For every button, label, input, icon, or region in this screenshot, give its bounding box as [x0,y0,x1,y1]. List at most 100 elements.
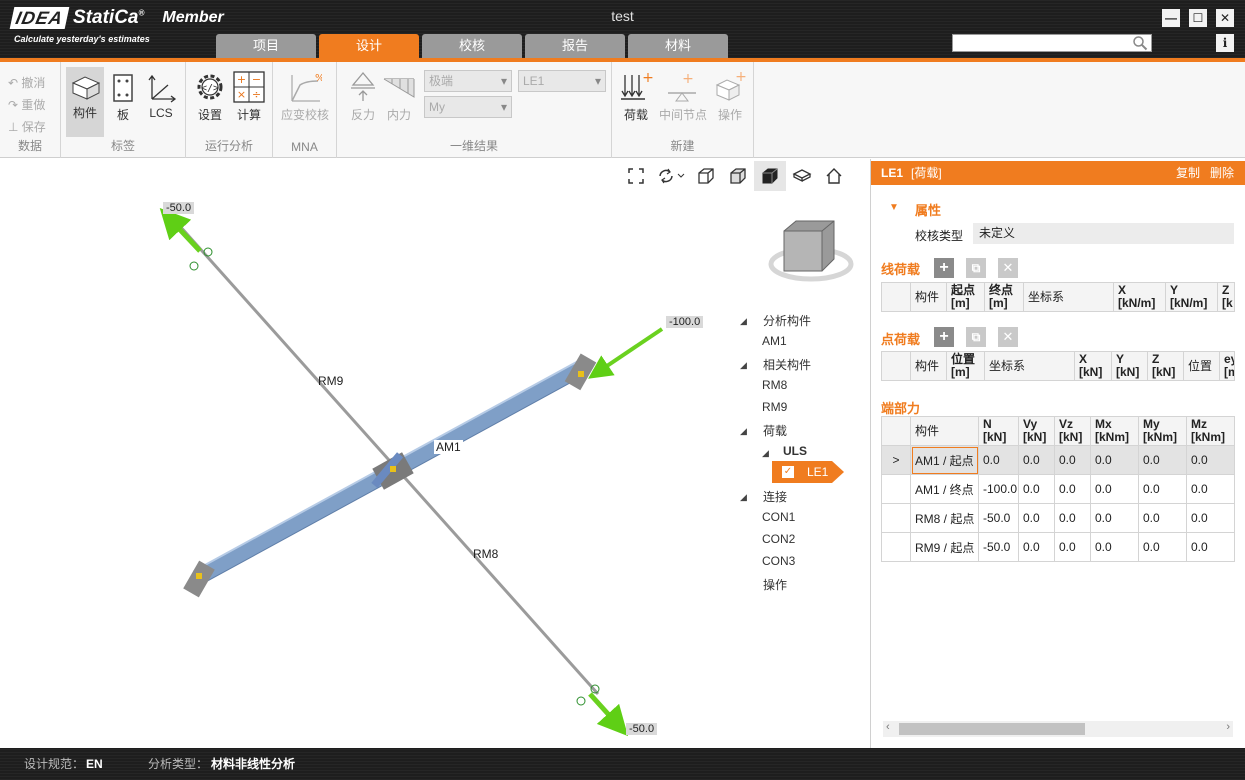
table-cell[interactable]: -50.0 [978,503,1019,533]
table-cell[interactable]: 0.0 [1186,445,1235,475]
tree-item-con1[interactable]: CON1 [762,510,795,524]
table-cell[interactable]: 0.0 [1186,503,1235,533]
copy-line-load-button[interactable]: ⧉ [966,258,986,278]
extreme-dropdown[interactable]: 极端 [424,70,512,92]
calculate-button[interactable]: + − × ÷ 计算 [231,71,267,123]
load-arrow-right[interactable] [588,327,664,379]
scroll-right-icon[interactable]: › [1226,721,1230,733]
table-cell[interactable]: 0.0 [1186,474,1235,504]
tab-report[interactable]: 报告 [525,34,625,58]
tree-connections[interactable]: 连接 [763,488,787,505]
force-component-dropdown[interactable]: My [424,96,512,118]
lcs-label-button[interactable]: LCS [143,73,179,120]
table-cell[interactable]: 0.0 [1138,503,1187,533]
strain-check-button[interactable]: % 应变校核 [278,71,332,123]
table-row[interactable]: > AM1 / 起点 0.0 0.0 0.0 0.0 0.0 0.0 [881,445,1235,475]
table-cell[interactable]: 0.0 [1090,445,1139,475]
tree-item-rm8[interactable]: RM8 [762,378,787,392]
table-cell[interactable]: 0.0 [1054,445,1091,475]
copy-point-load-button[interactable]: ⧉ [966,327,986,347]
tree-uls[interactable]: ULS [783,444,807,458]
table-row[interactable]: RM9 / 起点 -50.0 0.0 0.0 0.0 0.0 0.0 [881,532,1235,562]
tab-materials[interactable]: 材料 [628,34,728,58]
close-button[interactable]: ✕ [1216,9,1234,27]
load-case-dropdown[interactable]: LE1 [518,70,606,92]
table-cell[interactable]: 0.0 [1054,503,1091,533]
redo-button[interactable]: ↷ 重做 [8,96,45,113]
table-cell[interactable]: RM8 / 起点 [910,503,979,533]
table-cell[interactable]: 0.0 [1018,532,1055,562]
table-cell[interactable]: 0.0 [978,445,1019,475]
info-button[interactable]: i [1216,34,1234,52]
tab-design[interactable]: 设计 [319,34,419,58]
panel-title: LE1 [881,166,904,180]
load-arrow-bottom[interactable] [588,692,629,737]
collapse-icon[interactable]: ◢ [762,448,769,459]
tree-item-le1[interactable]: ✓ LE1 [772,461,844,483]
member-label-button[interactable]: 构件 [66,67,104,137]
new-load-button[interactable]: + 荷载 [618,71,654,123]
settings-button[interactable]: </> 设置 [192,71,228,123]
tree-item-con3[interactable]: CON3 [762,554,795,568]
tree-analysis-members[interactable]: 分析构件 [763,312,811,329]
table-cell[interactable]: 0.0 [1054,474,1091,504]
search-input[interactable] [952,34,1152,52]
delete-line-load-button[interactable]: ✕ [998,258,1018,278]
table-row[interactable]: RM8 / 起点 -50.0 0.0 0.0 0.0 0.0 0.0 [881,503,1235,533]
delete-point-load-button[interactable]: ✕ [998,327,1018,347]
table-cell[interactable]: 0.0 [1054,532,1091,562]
view-cube[interactable] [768,220,854,282]
table-cell[interactable]: 0.0 [1090,532,1139,562]
tree-loads[interactable]: 荷载 [763,422,787,439]
table-cell[interactable]: 0.0 [1138,474,1187,504]
minimize-button[interactable]: — [1162,9,1180,27]
table-cell[interactable]: -100.0 [978,474,1019,504]
table-cell[interactable]: -50.0 [978,532,1019,562]
check-type-field[interactable]: 未定义 [973,223,1234,244]
checkbox-checked-icon[interactable]: ✓ [782,466,794,478]
table-row[interactable]: AM1 / 终点 -100.0 0.0 0.0 0.0 0.0 0.0 [881,474,1235,504]
member-rm-line[interactable] [176,223,600,695]
table-cell[interactable]: 0.0 [1090,503,1139,533]
horizontal-scrollbar[interactable]: ‹ › [883,721,1233,737]
table-cell[interactable]: 0.0 [1090,474,1139,504]
save-button[interactable]: ⊥ 保存 [8,118,46,135]
copy-button[interactable]: 复制 [1176,161,1200,185]
tree-operations[interactable]: 操作 [763,576,787,593]
scroll-left-icon[interactable]: ‹ [886,721,890,733]
add-point-load-button[interactable]: + [934,327,954,347]
section-collapse-icon[interactable]: ▼ [889,202,899,213]
new-intermediate-node-button[interactable]: + 中间节点 [656,71,710,123]
tree-related-members[interactable]: 相关构件 [763,356,811,373]
undo-button[interactable]: ↶ 撤消 [8,74,45,91]
collapse-icon[interactable]: ◢ [740,426,747,437]
tree-item-con2[interactable]: CON2 [762,532,795,546]
table-cell[interactable]: 0.0 [1018,503,1055,533]
new-operation-button[interactable]: + 操作 [712,71,748,123]
collapse-icon[interactable]: ◢ [740,492,747,503]
table-cell[interactable]: 0.0 [1138,445,1187,475]
table-cell[interactable]: 0.0 [1018,445,1055,475]
add-line-load-button[interactable]: + [934,258,954,278]
tab-project[interactable]: 项目 [216,34,316,58]
reactions-button[interactable]: 反力 [345,71,381,123]
collapse-icon[interactable]: ◢ [740,316,747,327]
table-cell[interactable]: RM9 / 起点 [910,532,979,562]
internal-forces-button[interactable]: 内力 [381,71,417,123]
plate-label-button[interactable]: 板 [108,73,138,123]
scrollbar-thumb[interactable] [899,723,1085,735]
table-cell[interactable]: AM1 / 终点 [910,474,979,504]
tree-item-am1[interactable]: AM1 [762,334,787,348]
table-cell[interactable]: 0.0 [1186,532,1235,562]
3d-viewport[interactable]: -50.0 -100.0 -50.0 RM9 AM1 RM8 ◢ 分析构件 AM… [0,159,866,748]
search-icon[interactable] [1132,35,1148,51]
table-cell[interactable]: 0.0 [1018,474,1055,504]
collapse-icon[interactable]: ◢ [740,360,747,371]
table-cell[interactable]: 0.0 [1138,532,1187,562]
tab-check[interactable]: 校核 [422,34,522,58]
load-arrow-top[interactable] [159,208,202,253]
maximize-button[interactable]: ☐ [1189,9,1207,27]
tree-item-rm9[interactable]: RM9 [762,400,787,414]
table-cell[interactable]: AM1 / 起点 [910,445,979,475]
delete-button[interactable]: 删除 [1210,161,1234,185]
